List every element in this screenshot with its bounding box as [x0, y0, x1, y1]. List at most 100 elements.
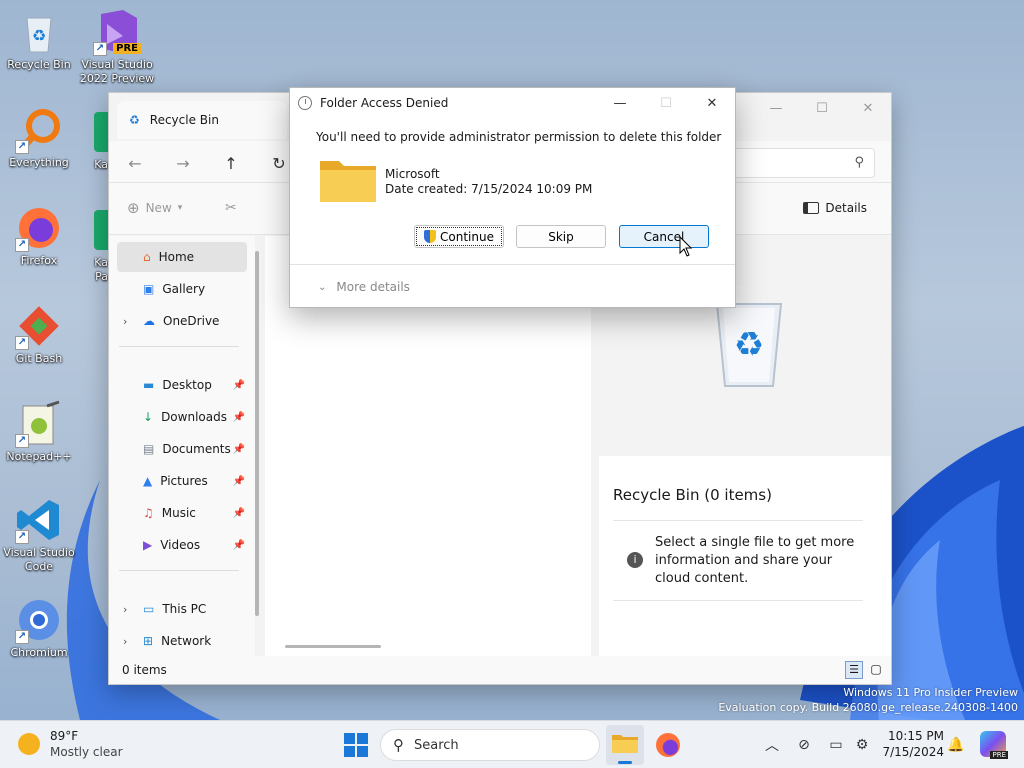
details-title: Recycle Bin (0 items) [613, 486, 772, 504]
desktop-icon-vscode[interactable]: ↗ Visual Studio Code [0, 496, 78, 574]
divider [119, 346, 239, 347]
time: 10:15 PM [888, 729, 944, 743]
horizontal-scrollbar[interactable] [285, 645, 381, 648]
sidebar-item-videos[interactable]: ▶ Videos 📌 [117, 530, 247, 560]
chevron-right-icon[interactable]: › [123, 635, 127, 648]
sidebar-item-label: Network [161, 634, 212, 648]
sidebar-item-desktop[interactable]: ▬ Desktop 📌 [117, 370, 247, 400]
sidebar-scrollbar[interactable] [255, 251, 259, 616]
display-icon[interactable]: ▭ [826, 735, 846, 755]
weather-desc: Mostly clear [50, 745, 123, 759]
continue-button[interactable]: Continue [414, 225, 504, 248]
sidebar-item-music[interactable]: ♫ Music 📌 [117, 498, 247, 528]
show-hidden-icons-chevron-icon[interactable]: ︿ [762, 735, 782, 755]
cut-button[interactable]: ✂ [225, 195, 237, 221]
details-button[interactable]: Details [803, 195, 867, 221]
clock[interactable]: 10:15 PM 7/15/2024 [880, 729, 944, 759]
sidebar-item-label: Videos [160, 538, 201, 552]
skip-label: Skip [548, 229, 574, 244]
taskbar-explorer-button[interactable] [606, 725, 644, 765]
sidebar-item-label: Pictures [160, 474, 208, 488]
back-button[interactable]: ← [121, 149, 149, 177]
tab-recycle-bin[interactable]: ♻ Recycle Bin [117, 101, 287, 139]
sidebar-item-this-pc[interactable]: › ▭ This PC [117, 594, 247, 624]
active-indicator [618, 761, 632, 764]
shortcut-arrow-icon: ↗ [15, 238, 29, 252]
sidebar-item-home[interactable]: ⌂ Home [117, 242, 247, 272]
desktop-icon-label: Everything [9, 156, 69, 169]
pin-icon[interactable]: 📌 [233, 476, 245, 487]
skip-button[interactable]: Skip [516, 225, 606, 248]
network-off-icon[interactable]: ⊘ [794, 735, 814, 755]
taskbar-firefox-button[interactable] [654, 731, 682, 759]
sidebar-item-network[interactable]: › ⊞ Network [117, 626, 247, 656]
sidebar-item-label: Downloads [161, 410, 227, 424]
svg-text:♻: ♻ [32, 26, 46, 45]
more-details-toggle[interactable]: ⌄ More details [318, 280, 410, 294]
notepad-icon: ↗ [15, 400, 63, 448]
desktop-icon-chromium[interactable]: ↗ Chromium [0, 596, 78, 660]
visual-studio-icon: PRE ↗ [93, 8, 141, 56]
taskbar: 89°F Mostly clear ⚲ Search ︿ ⊘ ▭ ⚙ 10:15… [0, 720, 1024, 768]
dialog-close-button[interactable]: ✕ [689, 88, 735, 118]
video-icon: ▶ [143, 538, 153, 552]
new-label: New [145, 201, 172, 215]
desktop-icon-recycle-bin[interactable]: ♻ Recycle Bin [0, 8, 78, 72]
dialog-message: You'll need to provide administrator per… [316, 130, 722, 144]
details-pane-icon [803, 202, 820, 214]
desktop-icon-label: Git Bash [15, 352, 63, 365]
up-button[interactable]: ↑ [217, 149, 245, 177]
desktop-icon-label: Firefox [20, 254, 58, 267]
desktop-icon-git-bash[interactable]: ↗ Git Bash [0, 302, 78, 366]
pin-icon[interactable]: 📌 [233, 380, 245, 391]
sidebar-item-gallery[interactable]: ▣ Gallery [117, 274, 247, 304]
forward-button[interactable]: → [169, 149, 197, 177]
desktop-icon-label: Notepad++ [6, 450, 72, 463]
desktop-icon-label: Ka Pa [94, 256, 108, 283]
sidebar-item-label: Music [161, 506, 196, 520]
sidebar-item-documents[interactable]: ▤ Documents 📌 [117, 434, 247, 464]
vscode-icon: ↗ [15, 496, 63, 544]
start-button[interactable] [344, 733, 368, 757]
info-icon: i [627, 552, 643, 568]
dialog-maximize-button: ☐ [660, 95, 672, 111]
sidebar-item-downloads[interactable]: ↓ Downloads 📌 [117, 402, 247, 432]
copilot-button[interactable]: PRE [980, 731, 1008, 759]
pin-icon[interactable]: 📌 [233, 508, 245, 519]
settings-sync-icon[interactable]: ⚙ [852, 735, 872, 755]
weather-widget[interactable]: 89°F Mostly clear [16, 729, 126, 761]
minimize-button[interactable]: — [753, 93, 799, 123]
sidebar-item-label: Gallery [162, 282, 206, 296]
details-label: Details [825, 201, 867, 215]
desktop-icon-firefox[interactable]: ↗ Firefox [0, 204, 78, 268]
taskbar-search[interactable]: ⚲ Search [380, 729, 600, 761]
details-view-button[interactable]: ☰ [845, 661, 863, 679]
tab-title: Recycle Bin [149, 113, 219, 127]
close-button[interactable]: ✕ [845, 93, 891, 123]
desktop-icon-ka[interactable]: Ka [78, 108, 108, 172]
dialog-footer-divider [290, 264, 735, 265]
search-placeholder: Search [414, 737, 459, 753]
new-button[interactable]: ⊕ New ▾ [127, 195, 182, 221]
maximize-button[interactable]: ☐ [799, 93, 845, 123]
desktop-icon-ka-pa[interactable]: Ka Pa [78, 206, 108, 284]
desktop-icon-everything[interactable]: ↗ Everything [0, 106, 78, 170]
pin-icon[interactable]: 📌 [233, 412, 245, 423]
sidebar-item-pictures[interactable]: ▲ Pictures 📌 [117, 466, 247, 496]
pin-icon[interactable]: 📌 [233, 444, 245, 455]
desktop-icon-visual-studio-preview[interactable]: PRE ↗ Visual Studio 2022 Preview [78, 8, 156, 86]
pin-icon[interactable]: 📌 [233, 540, 245, 551]
cancel-button[interactable]: Cancel [619, 225, 709, 248]
notification-bell-icon[interactable]: 🔔 [946, 735, 966, 755]
sidebar-item-onedrive[interactable]: › ☁ OneDrive [117, 306, 247, 336]
chevron-right-icon[interactable]: › [123, 603, 127, 616]
desktop-icon-notepad-plus[interactable]: ↗ Notepad++ [0, 400, 78, 464]
dialog-minimize-button[interactable]: — [597, 88, 643, 118]
chevron-right-icon[interactable]: › [123, 315, 127, 328]
search-input[interactable]: in ⚲ [715, 148, 875, 178]
shortcut-arrow-icon: ↗ [15, 530, 29, 544]
large-icons-view-button[interactable]: ▢ [867, 661, 885, 679]
sidebar-item-label: This PC [162, 602, 207, 616]
folder-date: Date created: 7/15/2024 10:09 PM [385, 182, 593, 196]
app-icon [78, 206, 108, 254]
